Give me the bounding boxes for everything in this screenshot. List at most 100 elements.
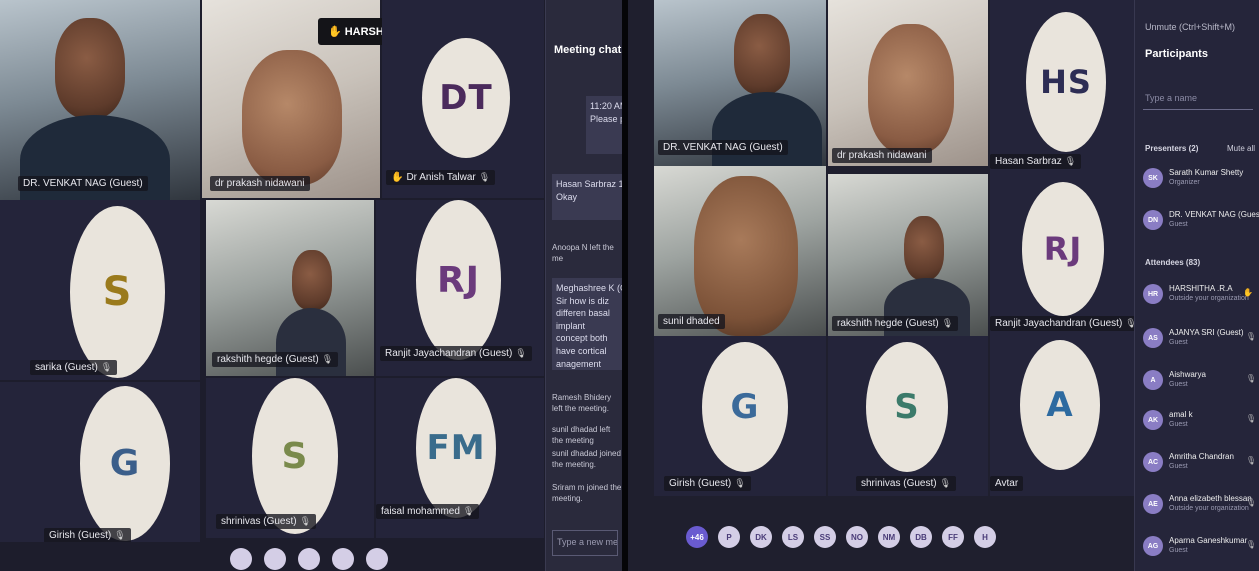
participant-role: Guest bbox=[1169, 339, 1188, 346]
participant-bubble[interactable]: DK bbox=[750, 526, 772, 548]
participant-bubble[interactable] bbox=[264, 548, 286, 570]
avatar-tile-girish[interactable]: G Girish (Guest) 🎙 bbox=[0, 382, 200, 542]
participant-bubble[interactable] bbox=[230, 548, 252, 570]
participant-face bbox=[242, 50, 342, 185]
participant-bubble[interactable]: P bbox=[718, 526, 740, 548]
avatar-tile-shrinivas[interactable]: S shrinivas (Guest) 🎙 bbox=[828, 336, 988, 496]
participant-bubble[interactable]: NM bbox=[878, 526, 900, 548]
participant-role: Guest bbox=[1169, 547, 1188, 554]
participant-bubble[interactable] bbox=[366, 548, 388, 570]
mic-off-icon: 🎙 bbox=[1245, 498, 1256, 507]
avatar-tile-faisal[interactable]: FM faisal mohammed 🎙 bbox=[376, 378, 544, 538]
avatar-tile-sarika[interactable]: S sarika (Guest) 🎙 bbox=[0, 200, 200, 380]
participant-bubble[interactable] bbox=[332, 548, 354, 570]
avatar: G bbox=[80, 386, 170, 541]
participant-name: Aishwarya bbox=[1169, 370, 1206, 379]
participant-search-input[interactable]: Type a name bbox=[1143, 88, 1253, 110]
name-tag: sarika (Guest) 🎙 bbox=[30, 360, 118, 375]
avatar: S bbox=[252, 378, 338, 534]
participant-name: Aparna Ganeshkumar bbox=[1169, 536, 1248, 545]
attendees-section-label[interactable]: Attendees (83) bbox=[1145, 258, 1200, 267]
avatar-tile-ranjit[interactable]: RJ Ranjit Jayachandran (Guest) 🎙 bbox=[376, 200, 544, 376]
meeting-chat-panel: Meeting chat 11:20 AM Please po Hasan Sa… bbox=[545, 0, 622, 571]
participant-face bbox=[55, 18, 125, 118]
avatar: FM bbox=[416, 378, 496, 518]
avatar: S bbox=[866, 342, 948, 472]
name-tag: rakshith hegde (Guest) 🎙 bbox=[212, 352, 339, 367]
participant-bubble[interactable]: LS bbox=[782, 526, 804, 548]
participant-row[interactable]: DN DR. VENKAT NAG (Guest) Guest bbox=[1143, 208, 1259, 236]
participant-bubble[interactable]: DB bbox=[910, 526, 932, 548]
name-tag: ✋ Dr Anish Talwar 🎙 bbox=[386, 170, 496, 185]
participant-bubble[interactable]: NO bbox=[846, 526, 868, 548]
avatar-tile-ranjit[interactable]: RJ Ranjit Jayachandran (Guest) 🎙 bbox=[990, 176, 1134, 336]
participant-name: Anna elizabeth blessan bbox=[1169, 494, 1252, 503]
name-tag: dr prakash nidawani bbox=[832, 148, 932, 163]
participant-row[interactable]: SK Sarath Kumar Shetty Organizer bbox=[1143, 166, 1258, 194]
chat-message: 11:20 AM Please po bbox=[586, 96, 622, 154]
participant-avatar: AE bbox=[1143, 494, 1163, 514]
video-tile-venkat-nag[interactable]: DR. VENKAT NAG (Guest) bbox=[654, 0, 826, 166]
participant-bubble[interactable]: SS bbox=[814, 526, 836, 548]
participant-role: Outside your organization bbox=[1169, 295, 1249, 302]
name-tag: DR. VENKAT NAG (Guest) bbox=[18, 176, 148, 191]
participants-title: Participants bbox=[1145, 48, 1208, 60]
participant-role: Guest bbox=[1169, 221, 1188, 228]
chat-event: Ramesh Bhidery left the meeting. bbox=[552, 393, 612, 414]
participant-avatar: HR bbox=[1143, 284, 1163, 304]
video-tile-sunil-dhaded[interactable]: sunil dhaded bbox=[654, 166, 826, 336]
chat-message-input[interactable]: Type a new message bbox=[552, 530, 618, 556]
name-tag: Girish (Guest) 🎙 bbox=[664, 476, 751, 491]
participant-avatar: A bbox=[1143, 370, 1163, 390]
mic-off-icon: 🎙 bbox=[1245, 456, 1256, 465]
presenters-section-label[interactable]: Presenters (2) bbox=[1145, 144, 1198, 153]
video-tile-rakshith-hegde[interactable]: rakshith hegde (Guest) 🎙 bbox=[206, 200, 374, 376]
avatar-tile-girish[interactable]: G Girish (Guest) 🎙 bbox=[654, 336, 826, 496]
avatar-tile-hasan-sarbraz[interactable]: HS Hasan Sarbraz 🎙 bbox=[990, 0, 1134, 176]
mic-off-icon: 🎙 bbox=[515, 348, 527, 358]
overflow-participant-bubbles[interactable] bbox=[230, 548, 388, 570]
participant-bubble[interactable] bbox=[298, 548, 320, 570]
mute-all-button[interactable]: Mute all bbox=[1227, 144, 1255, 153]
overflow-participant-bubbles[interactable]: +46 P DK LS SS NO NM DB FF H bbox=[686, 526, 996, 548]
avatar: RJ bbox=[1022, 182, 1104, 316]
participant-row[interactable]: AG Aparna Ganeshkumar Guest 🎙 bbox=[1143, 534, 1258, 562]
mic-off-icon: 🎙 bbox=[114, 530, 126, 540]
participant-row[interactable]: HR HARSHITHA .R.A Outside your organizat… bbox=[1143, 282, 1258, 310]
participant-name: HARSHITHA .R.A bbox=[1169, 284, 1233, 293]
more-participants-bubble[interactable]: +46 bbox=[686, 526, 708, 548]
participant-row[interactable]: AK amal k Guest 🎙 bbox=[1143, 408, 1258, 436]
avatar: A bbox=[1020, 340, 1100, 470]
mic-off-icon: 🎙 bbox=[1064, 156, 1077, 166]
participant-avatar: AG bbox=[1143, 536, 1163, 556]
participant-name: amal k bbox=[1169, 410, 1193, 419]
right-teams-screen: DR. VENKAT NAG (Guest) dr prakash nidawa… bbox=[628, 0, 1259, 571]
chat-message: Meghashree K (Guest) Sir how is diz diff… bbox=[552, 278, 622, 370]
participant-avatar: AC bbox=[1143, 452, 1163, 472]
avatar: G bbox=[702, 342, 788, 472]
participant-row[interactable]: AE Anna elizabeth blessan Outside your o… bbox=[1143, 492, 1258, 520]
participant-avatar: DN bbox=[1143, 210, 1163, 230]
video-tile-prakash-nidawani[interactable]: dr prakash nidawani bbox=[828, 0, 988, 166]
participant-row[interactable]: A Aishwarya Guest 🎙 bbox=[1143, 368, 1258, 396]
avatar-tile-avtar[interactable]: A Avtar bbox=[990, 336, 1134, 496]
participant-role: Outside your organization bbox=[1169, 505, 1249, 512]
participant-face bbox=[734, 14, 790, 94]
participant-face bbox=[292, 250, 332, 310]
avatar: DT bbox=[422, 38, 510, 158]
name-tag: DR. VENKAT NAG (Guest) bbox=[658, 140, 788, 155]
chat-event: Anoopa N left the me bbox=[552, 243, 614, 264]
participant-row[interactable]: AS AJANYA SRI (Guest) Guest 🎙 bbox=[1143, 326, 1258, 354]
name-tag: faisal mohammed 🎙 bbox=[376, 504, 480, 519]
name-tag: dr prakash nidawani bbox=[210, 176, 310, 191]
participant-row[interactable]: AC Amritha Chandran Guest 🎙 bbox=[1143, 450, 1258, 478]
name-tag: Ranjit Jayachandran (Guest) 🎙 bbox=[380, 346, 532, 361]
video-tile-rakshith-hegde[interactable]: rakshith hegde (Guest) 🎙 bbox=[828, 174, 988, 336]
participant-bubble[interactable]: FF bbox=[942, 526, 964, 548]
avatar-tile-anish-talwar[interactable]: DT ✋ Dr Anish Talwar 🎙 bbox=[382, 0, 544, 198]
video-tile-venkat-nag[interactable]: DR. VENKAT NAG (Guest) bbox=[0, 0, 200, 200]
mic-off-icon: 🎙 bbox=[1245, 540, 1256, 549]
participant-bubble[interactable]: H bbox=[974, 526, 996, 548]
mic-off-icon: 🎙 bbox=[1245, 374, 1256, 383]
avatar-tile-shrinivas[interactable]: S shrinivas (Guest) 🎙 bbox=[206, 378, 374, 538]
